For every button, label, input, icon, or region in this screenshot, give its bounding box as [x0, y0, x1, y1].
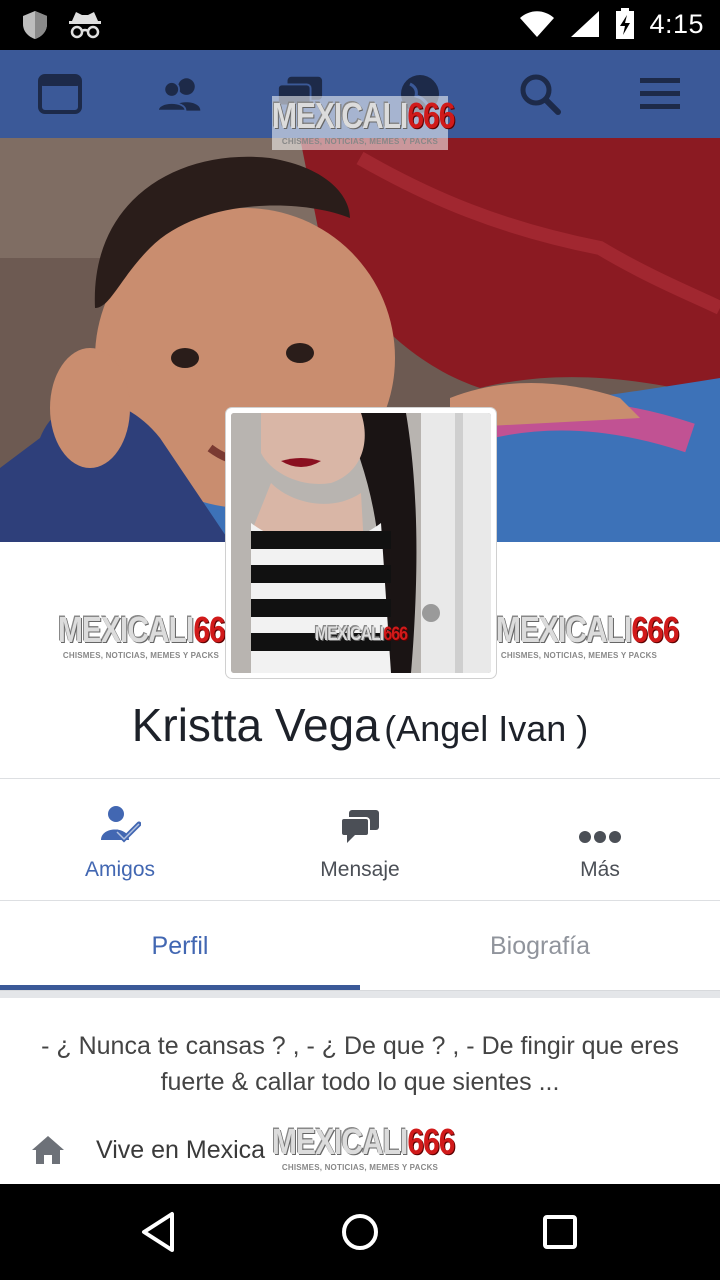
menu-icon[interactable]	[636, 72, 684, 116]
bio-text: - ¿ Nunca te cansas ? , - ¿ De que ? , -…	[41, 1032, 679, 1096]
system-navigation-bar	[0, 1184, 720, 1280]
friends-label: Amigos	[84, 858, 156, 881]
divider	[0, 778, 720, 779]
battery-charging-icon	[616, 8, 635, 39]
recents-square-icon[interactable]	[536, 1208, 584, 1256]
tab-profile-label: Perfil	[151, 931, 209, 960]
tab-profile[interactable]: Perfil	[0, 902, 360, 990]
home-circle-icon[interactable]	[336, 1208, 384, 1256]
tab-timeline-label: Biografía	[489, 931, 591, 960]
watermark-profile: MEXICALI666	[314, 624, 408, 645]
profile-name: Kristta Vega (Angel Ivan )	[0, 698, 720, 752]
more-button[interactable]: Más	[480, 800, 720, 890]
incognito-icon	[69, 12, 101, 39]
status-time: 4:15	[649, 8, 704, 39]
message-button[interactable]: Mensaje	[240, 800, 480, 890]
more-dots-icon	[579, 831, 621, 843]
news-feed-icon[interactable]	[36, 72, 84, 116]
tab-timeline[interactable]: Biografía	[360, 902, 720, 990]
watermark-bottom: MEXICALI666 CHISMES, NOTICIAS, MEMES Y P…	[272, 1124, 455, 1176]
signal-icon	[571, 11, 600, 37]
more-label: Más	[580, 858, 620, 881]
message-label: Mensaje	[320, 858, 400, 881]
profile-main-name: Kristta Vega	[131, 699, 380, 751]
back-icon[interactable]	[136, 1208, 184, 1256]
watermark-top: MEXICALI666 CHISMES, NOTICIAS, MEMES Y P…	[272, 96, 455, 150]
divider	[0, 900, 720, 901]
section-separator	[0, 990, 720, 998]
friends-icon[interactable]	[156, 72, 204, 116]
friends-button[interactable]: Amigos	[0, 800, 240, 890]
lives-in-text: Vive en Mexica	[96, 1136, 266, 1164]
wifi-icon	[520, 11, 555, 37]
profile-alternate-name: (Angel Ivan )	[384, 708, 589, 749]
status-bar: 4:15	[0, 0, 720, 50]
message-bubbles-icon	[340, 810, 379, 843]
friends-check-icon	[101, 806, 141, 843]
profile-picture[interactable]: MEXICALI666	[226, 408, 496, 678]
watermark-left: MEXICALI666 CHISMES, NOTICIAS, MEMES Y P…	[58, 610, 241, 660]
watermark-right: MEXICALI666 CHISMES, NOTICIAS, MEMES Y P…	[496, 610, 679, 660]
shield-icon	[23, 11, 47, 39]
search-icon[interactable]	[516, 72, 564, 116]
home-icon	[32, 1136, 64, 1164]
